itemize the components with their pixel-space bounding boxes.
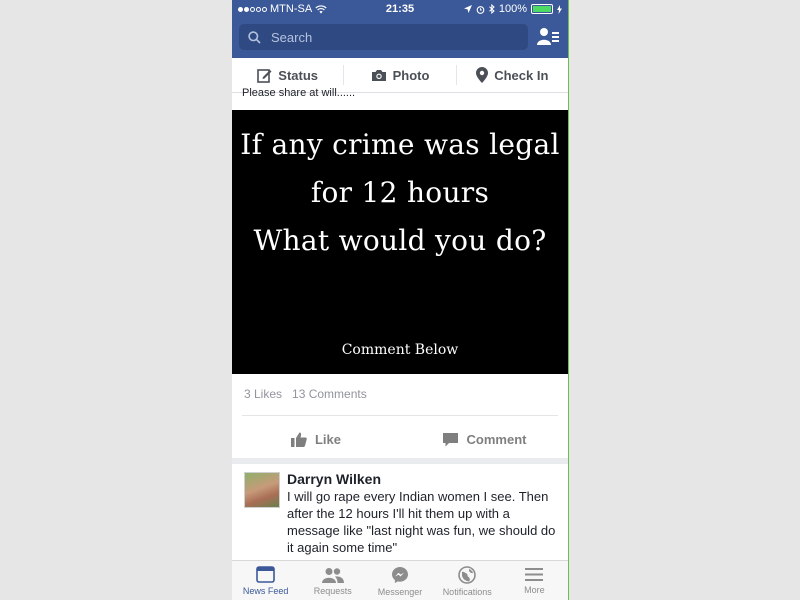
- comment-item: Darryn Wilken I will go rape every India…: [232, 464, 568, 560]
- friends-list-icon[interactable]: [537, 27, 559, 47]
- image-text-line: If any crime was legal: [240, 128, 560, 161]
- camera-icon: [371, 69, 386, 81]
- bottom-tab-bar: News Feed Requests Messenger Notificatio…: [232, 560, 568, 600]
- check-in-button-label: Check In: [494, 67, 549, 83]
- post-actions: Like Comment: [232, 425, 568, 453]
- more-icon: [525, 568, 544, 581]
- battery-icon: [531, 4, 553, 14]
- post-stats: 3 Likes 13 Comments: [244, 387, 367, 401]
- comment-button[interactable]: Comment: [400, 425, 568, 453]
- comments-count[interactable]: 13 Comments: [292, 387, 367, 401]
- post-caption: Please share at will......: [242, 88, 356, 98]
- image-subtext: Comment Below: [341, 342, 459, 358]
- tab-requests[interactable]: Requests: [299, 561, 366, 600]
- notifications-icon: [458, 565, 477, 584]
- photo-button[interactable]: Photo: [344, 68, 455, 83]
- tab-notifications[interactable]: Notifications: [434, 561, 501, 600]
- tab-news-feed[interactable]: News Feed: [232, 561, 299, 600]
- tab-more[interactable]: More: [501, 561, 568, 600]
- divider: [242, 415, 558, 416]
- thumbs-up-icon: [290, 432, 307, 447]
- tab-label: News Feed: [242, 586, 289, 596]
- comment-label: Comment: [466, 431, 527, 447]
- location-pin-icon: [476, 67, 489, 83]
- status-button[interactable]: Status: [232, 68, 343, 83]
- photo-button-label: Photo: [392, 67, 430, 83]
- check-in-button[interactable]: Check In: [457, 67, 568, 83]
- search-input[interactable]: Search: [239, 24, 528, 50]
- requests-icon: [321, 567, 344, 583]
- comment-author[interactable]: Darryn Wilken: [287, 471, 381, 487]
- post-image[interactable]: If any crime was legal for 12 hours What…: [232, 110, 568, 374]
- like-label: Like: [314, 431, 341, 447]
- image-text-line: for 12 hours: [310, 176, 490, 209]
- alarm-icon: [476, 5, 485, 14]
- messenger-icon: [392, 566, 408, 583]
- top-header: MTN-SA 21:35 100% Search: [232, 0, 568, 58]
- like-button[interactable]: Like: [232, 425, 400, 453]
- status-bar: MTN-SA 21:35 100%: [232, 0, 568, 18]
- image-text-line: What would you do?: [253, 224, 547, 257]
- tab-label: Messenger: [377, 586, 423, 597]
- bluetooth-icon: [489, 4, 495, 14]
- comment-icon: [442, 432, 458, 446]
- search-placeholder: Search: [271, 29, 313, 45]
- likes-count[interactable]: 3 Likes: [244, 387, 282, 401]
- battery-percent: 100%: [498, 3, 527, 15]
- status-icons: 100%: [463, 3, 562, 15]
- comment-text: I will go rape every Indian women I see.…: [287, 489, 556, 555]
- edit-icon: [257, 68, 272, 83]
- status-button-label: Status: [278, 67, 319, 83]
- tab-messenger[interactable]: Messenger: [366, 561, 433, 600]
- phone-screen: MTN-SA 21:35 100% Search Status Photo Ch…: [232, 0, 569, 600]
- tab-label: More: [524, 585, 545, 595]
- charging-icon: [557, 4, 562, 14]
- news-feed-icon: [256, 566, 275, 583]
- location-arrow-icon: [463, 5, 472, 13]
- tab-label: Notifications: [442, 586, 492, 597]
- search-icon: [248, 30, 261, 44]
- avatar[interactable]: [244, 472, 280, 508]
- tab-label: Requests: [313, 585, 352, 596]
